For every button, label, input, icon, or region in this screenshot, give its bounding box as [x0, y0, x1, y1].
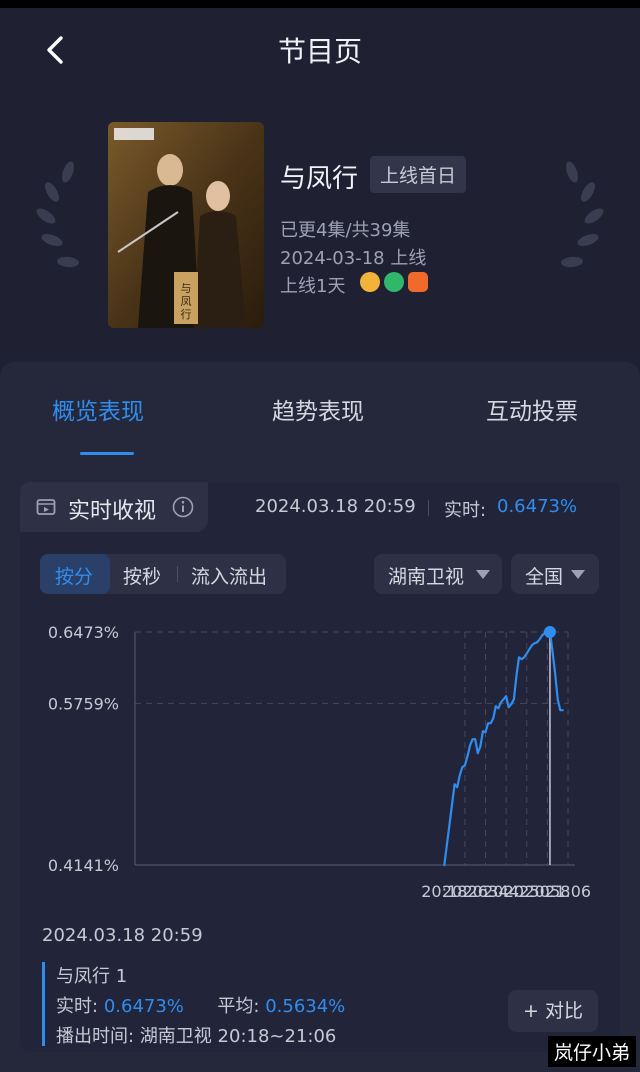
average-caption: 平均: [217, 996, 260, 1017]
legend-series-name: 与凤行 1 [56, 966, 128, 987]
realtime-caption: 实时: [444, 500, 487, 521]
segment-by-second[interactable]: 按秒 [123, 562, 161, 589]
chevron-down-icon [571, 570, 585, 579]
broadcast-caption: 播出时间: [56, 1026, 135, 1047]
status-badge: 上线首日 [370, 156, 467, 193]
svg-text:凤: 凤 [181, 295, 192, 308]
platform-icons [360, 272, 428, 292]
y-tick-label: 0.5759% [48, 694, 119, 713]
show-name: 与凤行 [280, 164, 359, 194]
laurel-right-icon [561, 161, 604, 268]
tab-indicator [80, 452, 134, 455]
iqiyi-icon [408, 272, 428, 292]
svg-text:行: 行 [181, 308, 192, 321]
segment-by-minute[interactable]: 按分 [55, 562, 93, 589]
realtime-caption: 实时: [56, 996, 99, 1017]
average-value: 0.5634% [265, 996, 346, 1017]
segment-flow[interactable]: 流入流出 [191, 562, 267, 589]
y-tick-label: 0.4141% [48, 856, 119, 875]
region-dropdown-label: 全国 [525, 566, 564, 588]
y-tick-label: 0.6473% [48, 623, 119, 642]
divider [428, 500, 429, 516]
realtime-label: 实时收视 [68, 499, 157, 524]
channel-dropdown[interactable]: 湖南卫视 [374, 554, 502, 594]
realtime-value: 0.6473% [103, 996, 184, 1017]
header: 节目页 [0, 8, 640, 88]
page-title: 节目页 [277, 35, 362, 68]
platform-logo [114, 128, 154, 140]
broadcast-value: 湖南卫视 20:18~21:06 [139, 1026, 337, 1047]
mango-tv-icon [360, 272, 380, 292]
region-dropdown[interactable]: 全国 [511, 554, 599, 594]
compare-button[interactable]: + 对比 [508, 990, 598, 1032]
tv-icon [36, 499, 56, 515]
channel-dropdown-label: 湖南卫视 [388, 566, 465, 588]
laurel-left-icon [36, 161, 79, 268]
divider [177, 566, 178, 582]
legend-marker [42, 962, 45, 1046]
series-line [443, 630, 564, 867]
realtime-time: 2024.03.18 20:59 [255, 496, 416, 517]
info-icon[interactable] [172, 496, 194, 518]
show-poster[interactable]: 与 凤 行 [108, 122, 264, 328]
tab-trend[interactable]: 趋势表现 [272, 392, 364, 426]
episode-count: 已更4集/共39集 [280, 220, 411, 241]
release-date: 2024-03-18 上线 [280, 248, 427, 269]
x-tick-label: 21:06 [545, 882, 591, 901]
chevron-down-icon [476, 570, 490, 579]
marker-dot [543, 626, 556, 638]
status-bar [0, 0, 640, 8]
legend-stats: 实时: 0.6473% 平均: 0.5634% [56, 992, 345, 1018]
tab-vote[interactable]: 互动投票 [486, 392, 578, 426]
poster-title-text: 与 [181, 282, 192, 295]
selected-time: 2024.03.18 20:59 [42, 925, 203, 946]
realtime-value: 0.6473% [497, 496, 578, 517]
watermark: 岚仔小弟 [548, 1036, 637, 1067]
ratings-line-chart[interactable]: 0.6473%0.5759%0.4141%20:1820:2620:3420:4… [30, 610, 610, 910]
broadcast-info: 播出时间: 湖南卫视 20:18~21:06 [56, 1022, 336, 1048]
tencent-video-icon [384, 272, 404, 292]
tab-overview[interactable]: 概览表现 [52, 392, 144, 426]
online-days: 上线1天 [280, 276, 346, 297]
